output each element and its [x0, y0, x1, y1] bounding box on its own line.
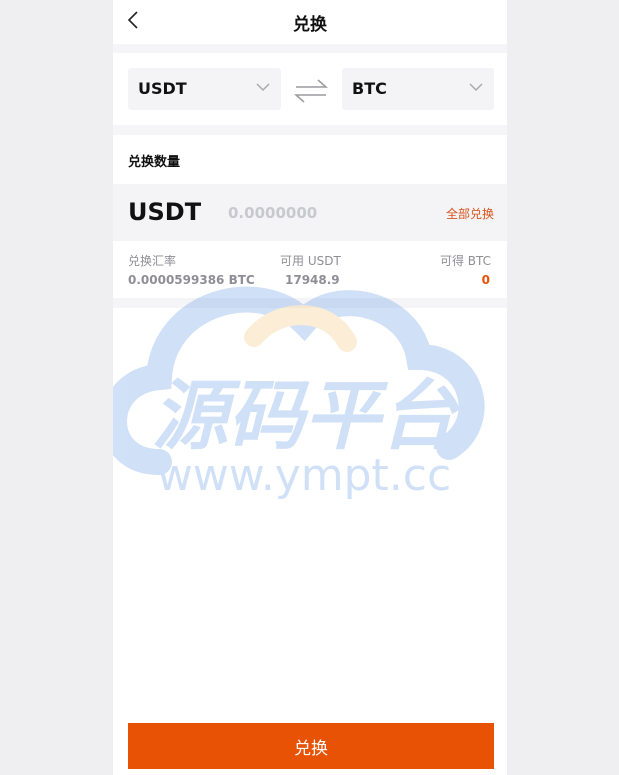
available-value: 17948.9 — [285, 273, 340, 287]
watermark-logo-text: 源码平台 — [152, 371, 460, 460]
divider — [113, 125, 507, 135]
available-label: 可用 USDT — [280, 254, 341, 268]
amount-row: USDT 全部兑换 — [113, 184, 507, 241]
exchange-info: 兑换汇率 可用 USDT 可得 BTC 0.0000599386 BTC 179… — [113, 252, 507, 298]
to-currency-select[interactable]: BTC — [342, 68, 494, 110]
currency-pair-row: USDT BTC — [113, 53, 507, 125]
watermark-url-text: www.ympt.cc — [157, 450, 451, 501]
chevron-down-icon — [469, 83, 483, 92]
divider — [113, 298, 507, 308]
receive-label: 可得 BTC — [439, 254, 491, 268]
nav-bar: 兑换 — [113, 0, 507, 44]
from-currency-select[interactable]: USDT — [128, 68, 281, 110]
exchange-all-link[interactable]: 全部兑换 — [446, 205, 494, 222]
swap-icon[interactable] — [294, 77, 328, 105]
rate-value: 0.0000599386 BTC — [128, 273, 255, 287]
chevron-down-icon — [256, 83, 270, 92]
from-currency-value: USDT — [138, 79, 187, 98]
exchange-button[interactable]: 兑换 — [128, 723, 494, 769]
amount-currency: USDT — [128, 198, 202, 226]
amount-input[interactable] — [228, 202, 428, 224]
page-title: 兑换 — [293, 15, 327, 35]
exchange-screen: 兑换 USDT BTC 兑换数量 USDT 全部兑换 兑换汇率 可用 USDT … — [113, 0, 507, 775]
quantity-label: 兑换数量 — [128, 155, 181, 170]
rate-label: 兑换汇率 — [128, 254, 177, 268]
receive-value: 0 — [481, 273, 490, 287]
divider — [113, 44, 507, 53]
to-currency-value: BTC — [352, 79, 387, 98]
